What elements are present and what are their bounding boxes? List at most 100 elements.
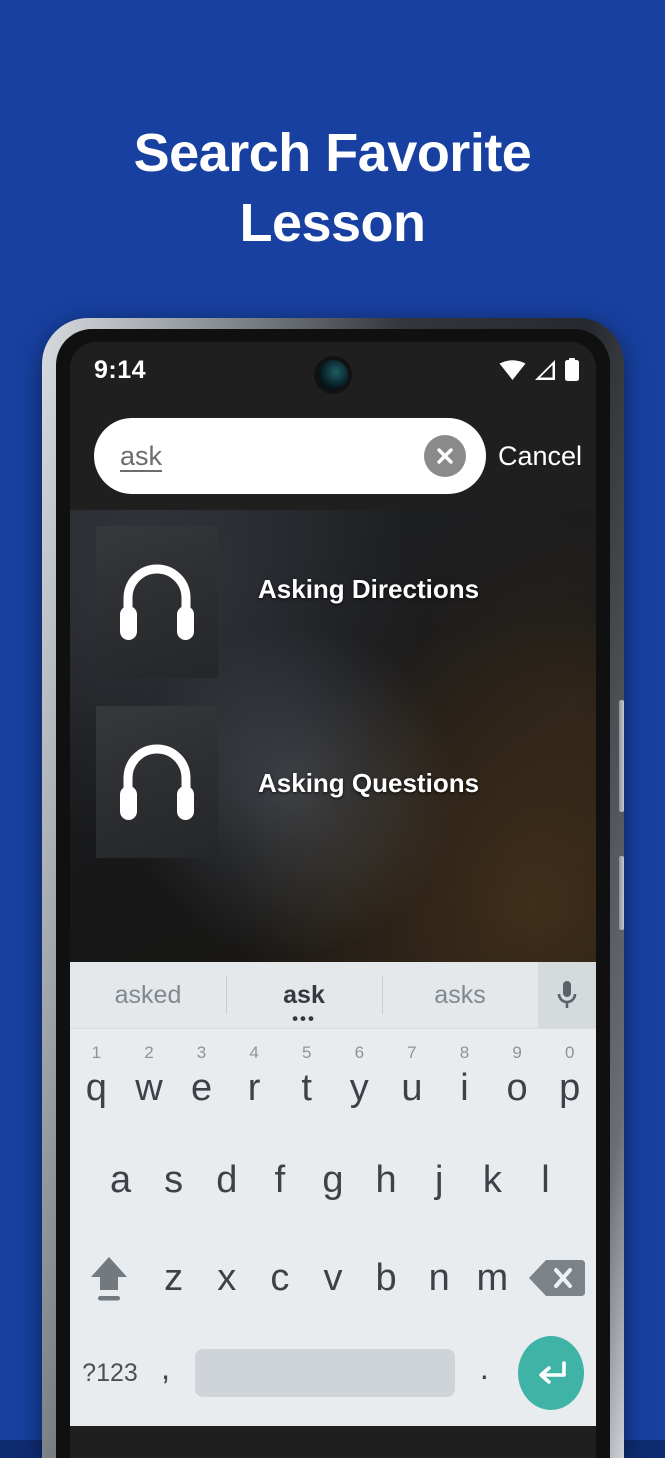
comma-key[interactable]: , bbox=[144, 1322, 187, 1424]
key-number-hint: 7 bbox=[407, 1043, 417, 1062]
headphones-icon bbox=[118, 558, 196, 646]
microphone-icon bbox=[555, 979, 579, 1011]
key-label: f bbox=[274, 1159, 286, 1201]
key-label: y bbox=[349, 1067, 369, 1109]
suggestion-chip-active-label: ask bbox=[283, 980, 325, 1009]
suggestion-strip: asked ask ••• asks bbox=[70, 962, 596, 1029]
key-f[interactable]: f bbox=[253, 1131, 306, 1229]
key-label: k bbox=[482, 1159, 502, 1201]
period-key[interactable]: . bbox=[463, 1322, 506, 1424]
enter-key[interactable] bbox=[517, 1336, 584, 1410]
key-label: u bbox=[401, 1067, 423, 1109]
microphone-key[interactable] bbox=[538, 962, 596, 1028]
search-input-value: ask bbox=[120, 440, 163, 471]
key-label: x bbox=[217, 1257, 237, 1299]
suggestion-more-icon[interactable]: ••• bbox=[292, 1010, 316, 1027]
key-e[interactable]: 3 e bbox=[175, 1033, 228, 1131]
key-label: j bbox=[434, 1159, 444, 1201]
search-results-list: Asking Directions Asking Questions bbox=[70, 510, 596, 962]
key-number-hint: 6 bbox=[354, 1043, 365, 1062]
key-number-hint: 8 bbox=[459, 1043, 470, 1062]
list-item[interactable]: Asking Directions bbox=[96, 526, 596, 686]
key-b[interactable]: b bbox=[360, 1229, 413, 1327]
key-label: q bbox=[85, 1067, 107, 1109]
key-number-hint: 4 bbox=[249, 1043, 259, 1062]
front-camera-icon bbox=[318, 360, 348, 390]
lesson-thumbnail bbox=[96, 526, 218, 678]
key-number-hint: 3 bbox=[196, 1043, 207, 1062]
key-s[interactable]: s bbox=[147, 1131, 200, 1229]
key-p[interactable]: 0 p bbox=[543, 1033, 596, 1131]
key-u[interactable]: 7 u bbox=[386, 1033, 439, 1131]
lesson-thumbnail bbox=[96, 706, 218, 858]
key-x[interactable]: x bbox=[200, 1229, 253, 1327]
key-label: i bbox=[460, 1067, 469, 1109]
key-label: c bbox=[270, 1257, 290, 1299]
key-number-hint: 2 bbox=[144, 1043, 154, 1062]
on-screen-keyboard: asked ask ••• asks 1 q 2 w 3 e 4 r 5 t 6… bbox=[70, 962, 596, 1426]
shift-key[interactable] bbox=[70, 1229, 147, 1327]
keyboard-row-3: z x c v b n m bbox=[70, 1229, 596, 1327]
phone-bezel: 9:14 ask Cancel Asking Directions Asking… bbox=[56, 329, 610, 1458]
key-k[interactable]: k bbox=[466, 1131, 519, 1229]
key-label: o bbox=[506, 1067, 528, 1109]
key-c[interactable]: c bbox=[253, 1229, 306, 1327]
keyboard-rows: 1 q 2 w 3 e 4 r 5 t 6 y 7 u 8 i 9 o 0 p … bbox=[70, 1029, 596, 1419]
headphones-icon bbox=[118, 738, 196, 826]
page-title: Search Favorite Lesson bbox=[133, 123, 532, 253]
suggestion-chip[interactable]: asks bbox=[382, 962, 538, 1028]
list-item-title: Asking Questions bbox=[258, 768, 480, 798]
backspace-key[interactable] bbox=[519, 1229, 596, 1327]
key-z[interactable]: z bbox=[147, 1229, 200, 1327]
key-y[interactable]: 6 y bbox=[333, 1033, 386, 1131]
key-label: z bbox=[164, 1257, 184, 1299]
suggestion-chip[interactable]: asked bbox=[70, 962, 226, 1028]
cancel-button[interactable]: Cancel bbox=[486, 441, 596, 472]
backspace-icon bbox=[529, 1257, 586, 1299]
keyboard-row-4: ?123 , . bbox=[70, 1327, 596, 1419]
list-item[interactable]: Asking Questions bbox=[96, 706, 596, 866]
close-circle-icon[interactable] bbox=[423, 435, 466, 477]
symbols-key[interactable]: ?123 bbox=[76, 1327, 144, 1419]
key-label: t bbox=[301, 1067, 312, 1109]
key-i[interactable]: 8 i bbox=[438, 1033, 491, 1131]
status-bar: 9:14 bbox=[70, 342, 596, 402]
key-label: e bbox=[190, 1067, 213, 1109]
suggestion-chip-active[interactable]: ask ••• bbox=[226, 962, 382, 1028]
key-m[interactable]: m bbox=[466, 1229, 519, 1327]
key-h[interactable]: h bbox=[360, 1131, 413, 1229]
key-l[interactable]: l bbox=[519, 1131, 572, 1229]
key-t[interactable]: 5 t bbox=[280, 1033, 333, 1131]
volume-button[interactable] bbox=[619, 700, 624, 812]
key-v[interactable]: v bbox=[306, 1229, 359, 1327]
phone-screen: 9:14 ask Cancel Asking Directions Asking… bbox=[70, 342, 596, 1458]
key-w[interactable]: 2 w bbox=[123, 1033, 176, 1131]
power-button[interactable] bbox=[619, 856, 624, 930]
key-g[interactable]: g bbox=[306, 1131, 359, 1229]
key-r[interactable]: 4 r bbox=[228, 1033, 281, 1131]
space-key[interactable] bbox=[195, 1349, 455, 1397]
key-number-hint: 5 bbox=[301, 1043, 312, 1062]
key-j[interactable]: j bbox=[413, 1131, 466, 1229]
key-label: d bbox=[216, 1159, 238, 1201]
keyboard-row-1: 1 q 2 w 3 e 4 r 5 t 6 y 7 u 8 i 9 o 0 p bbox=[70, 1033, 596, 1131]
search-bar-row: ask Cancel bbox=[70, 402, 596, 510]
key-label: r bbox=[247, 1067, 261, 1109]
key-o[interactable]: 9 o bbox=[491, 1033, 544, 1131]
key-label: p bbox=[559, 1067, 581, 1109]
key-label: a bbox=[109, 1159, 132, 1201]
key-label: n bbox=[428, 1257, 450, 1299]
key-label: w bbox=[135, 1067, 163, 1109]
key-a[interactable]: a bbox=[94, 1131, 147, 1229]
key-label: m bbox=[476, 1257, 509, 1299]
key-label: g bbox=[322, 1159, 344, 1201]
cell-signal-icon bbox=[533, 359, 557, 381]
search-input[interactable]: ask bbox=[94, 418, 486, 494]
key-number-hint: 0 bbox=[564, 1043, 575, 1062]
key-d[interactable]: d bbox=[200, 1131, 253, 1229]
key-n[interactable]: n bbox=[413, 1229, 466, 1327]
key-q[interactable]: 1 q bbox=[70, 1033, 123, 1131]
key-label: s bbox=[164, 1159, 184, 1201]
key-label: h bbox=[375, 1159, 397, 1201]
promo-background: Search Favorite Lesson 9:14 ask Cancel A… bbox=[0, 0, 665, 1458]
